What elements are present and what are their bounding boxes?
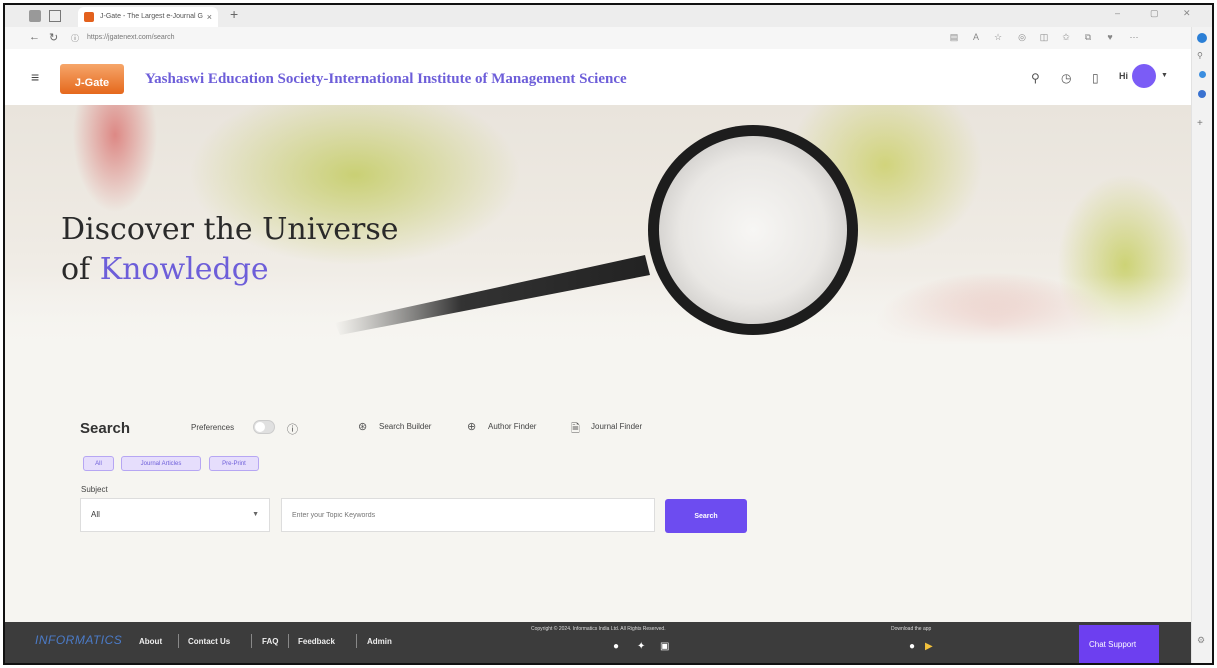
maximize-icon[interactable]: ▢	[1150, 8, 1159, 19]
search-panel: Search Preferences ⓘ ⊛ Search Builder ⊕ …	[5, 345, 1191, 622]
reader-icon[interactable]: ▤	[949, 32, 959, 42]
sidebar-settings-icon[interactable]: ⚙	[1197, 635, 1207, 645]
chevron-down-icon[interactable]: ▼	[1161, 72, 1168, 79]
preferences-toggle[interactable]	[253, 420, 275, 434]
browser-tab-bar: J-Gate - The Largest e-Journal G × + – ▢…	[5, 5, 1212, 27]
subject-select[interactable]: All ▼	[80, 498, 270, 532]
preferences-label: Preferences	[191, 423, 235, 432]
journal-finder-icon[interactable]: 🗎	[571, 420, 580, 439]
twitter-icon[interactable]: ✦	[637, 641, 645, 652]
tab-title: J-Gate - The Largest e-Journal G	[100, 13, 203, 20]
chip-pre-print[interactable]: Pre-Print	[209, 456, 259, 471]
search-button[interactable]: Search	[665, 499, 747, 533]
footer-divider	[251, 634, 252, 648]
footer-link-faq[interactable]: FAQ	[262, 637, 278, 646]
extension-icon[interactable]: ◎	[1017, 32, 1027, 42]
lock-icon: ⓘ	[71, 34, 79, 43]
screenshot-frame: J-Gate - The Largest e-Journal G × + – ▢…	[3, 3, 1214, 665]
chat-support-button[interactable]: Chat Support	[1079, 625, 1159, 663]
browser-sidebar: ⚲ + ⚙	[1191, 27, 1212, 663]
sidebar-app-icon[interactable]	[1199, 71, 1206, 78]
institution-name: Yashaswi Education Society-International…	[145, 71, 627, 87]
info-icon[interactable]: ⓘ	[287, 421, 298, 437]
back-icon[interactable]: ←	[29, 31, 40, 43]
refresh-icon[interactable]: ↻	[49, 31, 58, 44]
search-builder-link[interactable]: Search Builder	[379, 422, 431, 431]
play-store-icon[interactable]: ▶	[925, 641, 933, 652]
apple-icon[interactable]: ●	[909, 641, 915, 652]
copyright-text: Copyright © 2024. Informatics India Ltd.…	[531, 626, 666, 632]
profile-icon[interactable]	[29, 10, 41, 22]
tab-actions-icon[interactable]	[49, 10, 61, 22]
close-window-icon[interactable]: ✕	[1183, 8, 1191, 19]
subject-label: Subject	[81, 485, 108, 494]
footer-link-admin[interactable]: Admin	[367, 637, 392, 646]
browser-address-bar: ← ↻ https://jgatenext.com/search ⓘ ▤ A ☆…	[5, 27, 1212, 50]
add-sidebar-app-icon[interactable]: +	[1197, 119, 1207, 129]
subject-value: All	[91, 510, 100, 519]
hero-title: Discover the Universe of Knowledge	[61, 210, 399, 290]
search-icon[interactable]: ⚲	[1031, 71, 1040, 85]
journal-finder-link[interactable]: Journal Finder	[591, 422, 642, 431]
informatics-logo[interactable]: INFORMATICS	[35, 633, 122, 647]
favorite-icon[interactable]: ☆	[993, 32, 1003, 42]
browser-tab[interactable]: J-Gate - The Largest e-Journal G ×	[78, 7, 218, 27]
search-heading: Search	[80, 420, 131, 437]
hero-line-2: of Knowledge	[61, 250, 399, 290]
split-screen-icon[interactable]: ◫	[1039, 32, 1049, 42]
favorites-icon[interactable]: ✩	[1061, 32, 1071, 42]
footer-divider	[356, 634, 357, 648]
footer-divider	[178, 634, 179, 648]
github-icon[interactable]: ●	[613, 641, 619, 652]
bookmark-icon[interactable]: ▯	[1092, 71, 1099, 85]
footer: INFORMATICS About Contact Us FAQ Feedbac…	[5, 622, 1191, 663]
hero-line-2-prefix: of	[61, 252, 100, 287]
author-finder-link[interactable]: Author Finder	[488, 422, 536, 431]
footer-link-feedback[interactable]: Feedback	[298, 637, 335, 646]
footer-link-about[interactable]: About	[139, 637, 162, 646]
outlook-icon[interactable]	[1198, 90, 1206, 98]
footer-divider	[288, 634, 289, 648]
browser-essentials-icon[interactable]: ♥	[1105, 32, 1115, 42]
keyword-input[interactable]	[281, 498, 655, 532]
chip-all[interactable]: All	[83, 456, 114, 471]
collections-icon[interactable]: ⧉	[1083, 32, 1093, 42]
hero-accent-word: Knowledge	[99, 252, 269, 287]
jgate-favicon-icon	[84, 12, 94, 22]
close-tab-icon[interactable]: ×	[207, 7, 212, 27]
more-icon[interactable]: ⋯	[1129, 32, 1139, 42]
author-finder-icon[interactable]: ⊕	[467, 420, 476, 433]
greeting-text: Hi	[1119, 71, 1128, 81]
app-header: ≡ J-Gate Yashaswi Education Society-Inte…	[5, 49, 1191, 106]
read-aloud-icon[interactable]: A	[971, 32, 981, 42]
chevron-down-icon: ▼	[252, 511, 259, 518]
search-builder-icon[interactable]: ⊛	[358, 420, 367, 433]
chip-journal-articles[interactable]: Journal Articles	[121, 456, 201, 471]
minimize-icon[interactable]: –	[1115, 8, 1120, 18]
sidebar-search-icon[interactable]: ⚲	[1197, 51, 1207, 61]
copilot-icon[interactable]	[1197, 33, 1207, 43]
footer-link-contact[interactable]: Contact Us	[188, 637, 230, 646]
hero-banner: Discover the Universe of Knowledge	[5, 105, 1191, 345]
hero-line-1: Discover the Universe	[61, 212, 399, 247]
menu-icon[interactable]: ≡	[31, 69, 39, 85]
new-tab-icon[interactable]: +	[230, 6, 238, 22]
history-icon[interactable]: ◷	[1061, 71, 1071, 85]
linkedin-icon[interactable]: ▣	[660, 641, 669, 652]
download-app-label: Download the app	[891, 626, 932, 632]
jgate-logo[interactable]: J-Gate	[60, 64, 124, 94]
avatar[interactable]	[1132, 64, 1156, 88]
url-field[interactable]: https://jgatenext.com/search	[75, 30, 935, 46]
